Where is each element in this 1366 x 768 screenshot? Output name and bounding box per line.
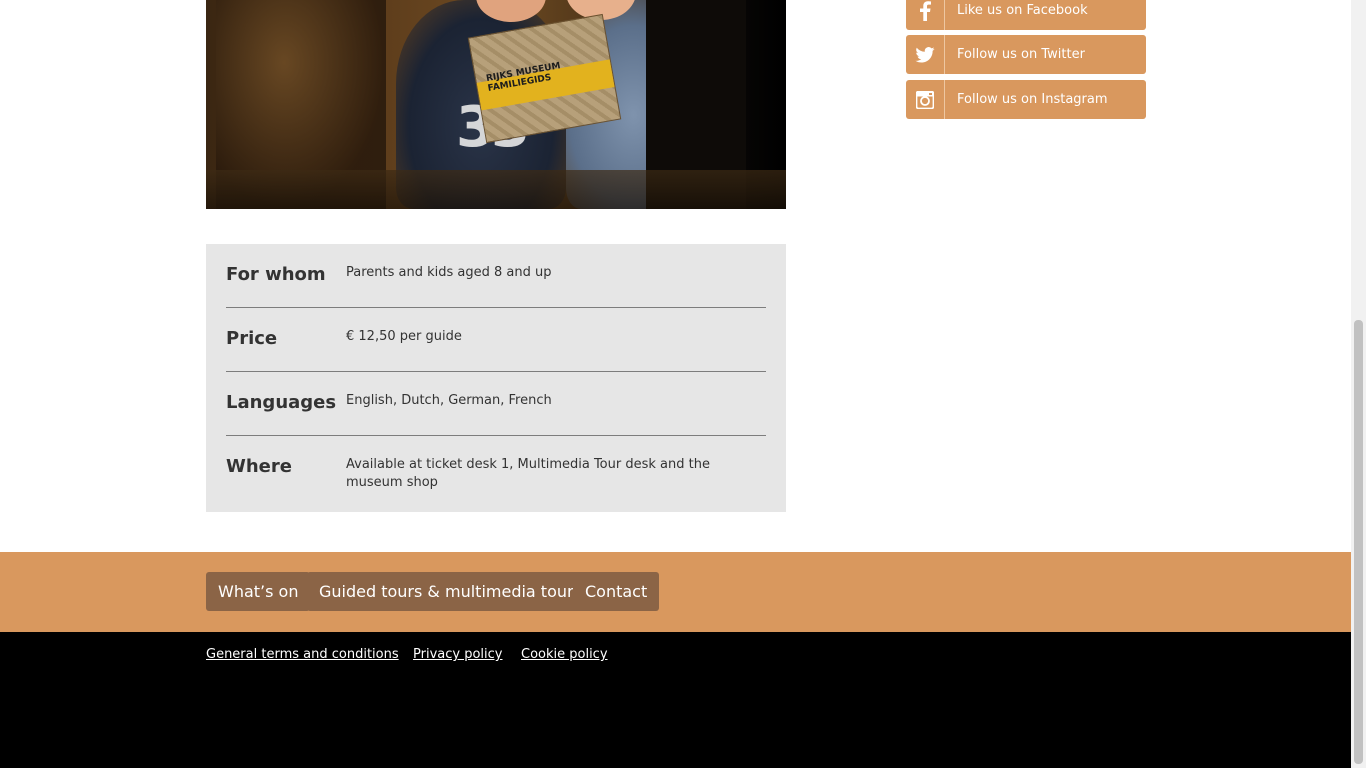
info-box: For whom Parents and kids aged 8 and up … [206, 244, 786, 512]
facebook-label: Like us on Facebook [957, 3, 1088, 18]
facebook-icon [906, 0, 945, 30]
instagram-label: Follow us on Instagram [957, 92, 1108, 107]
footer-nav-whats-on[interactable]: What’s on [206, 572, 311, 611]
twitter-icon [906, 35, 945, 74]
info-label: For whom [226, 264, 326, 285]
scrollbar-thumb[interactable] [1354, 320, 1363, 764]
page-scrollbar[interactable] [1351, 0, 1366, 768]
footer-nav-contact[interactable]: Contact [573, 572, 660, 611]
terms-link[interactable]: General terms and conditions [206, 647, 399, 662]
floor-shadow [206, 170, 786, 209]
info-value: English, Dutch, German, French [346, 393, 552, 408]
footer-nav: What’s on Guided tours & multimedia tour… [0, 552, 1351, 632]
twitter-button[interactable]: Follow us on Twitter [906, 35, 1146, 74]
page: 33 RIJKS MUSEUM FAMILIEGIDS For whom Par… [0, 0, 1351, 768]
privacy-policy-link[interactable]: Privacy policy [413, 647, 502, 662]
info-divider [226, 371, 766, 372]
info-value: € 12,50 per guide [346, 329, 462, 344]
facebook-button[interactable]: Like us on Facebook [906, 0, 1146, 30]
cookie-policy-link[interactable]: Cookie policy [521, 647, 608, 662]
info-label: Where [226, 456, 292, 477]
info-value: Available at ticket desk 1, Multimedia T… [346, 457, 710, 490]
info-value: Parents and kids aged 8 and up [346, 265, 552, 280]
info-divider [226, 435, 766, 436]
instagram-icon [906, 80, 945, 119]
family-guide-photo: 33 RIJKS MUSEUM FAMILIEGIDS [206, 0, 786, 209]
info-divider [226, 307, 766, 308]
twitter-label: Follow us on Twitter [957, 47, 1085, 62]
info-label: Languages [226, 392, 337, 413]
footer-legal: General terms and conditions Privacy pol… [0, 632, 1351, 768]
info-label: Price [226, 328, 278, 349]
instagram-button[interactable]: Follow us on Instagram [906, 80, 1146, 119]
footer-nav-guided-tours[interactable]: Guided tours & multimedia tour [307, 572, 586, 611]
